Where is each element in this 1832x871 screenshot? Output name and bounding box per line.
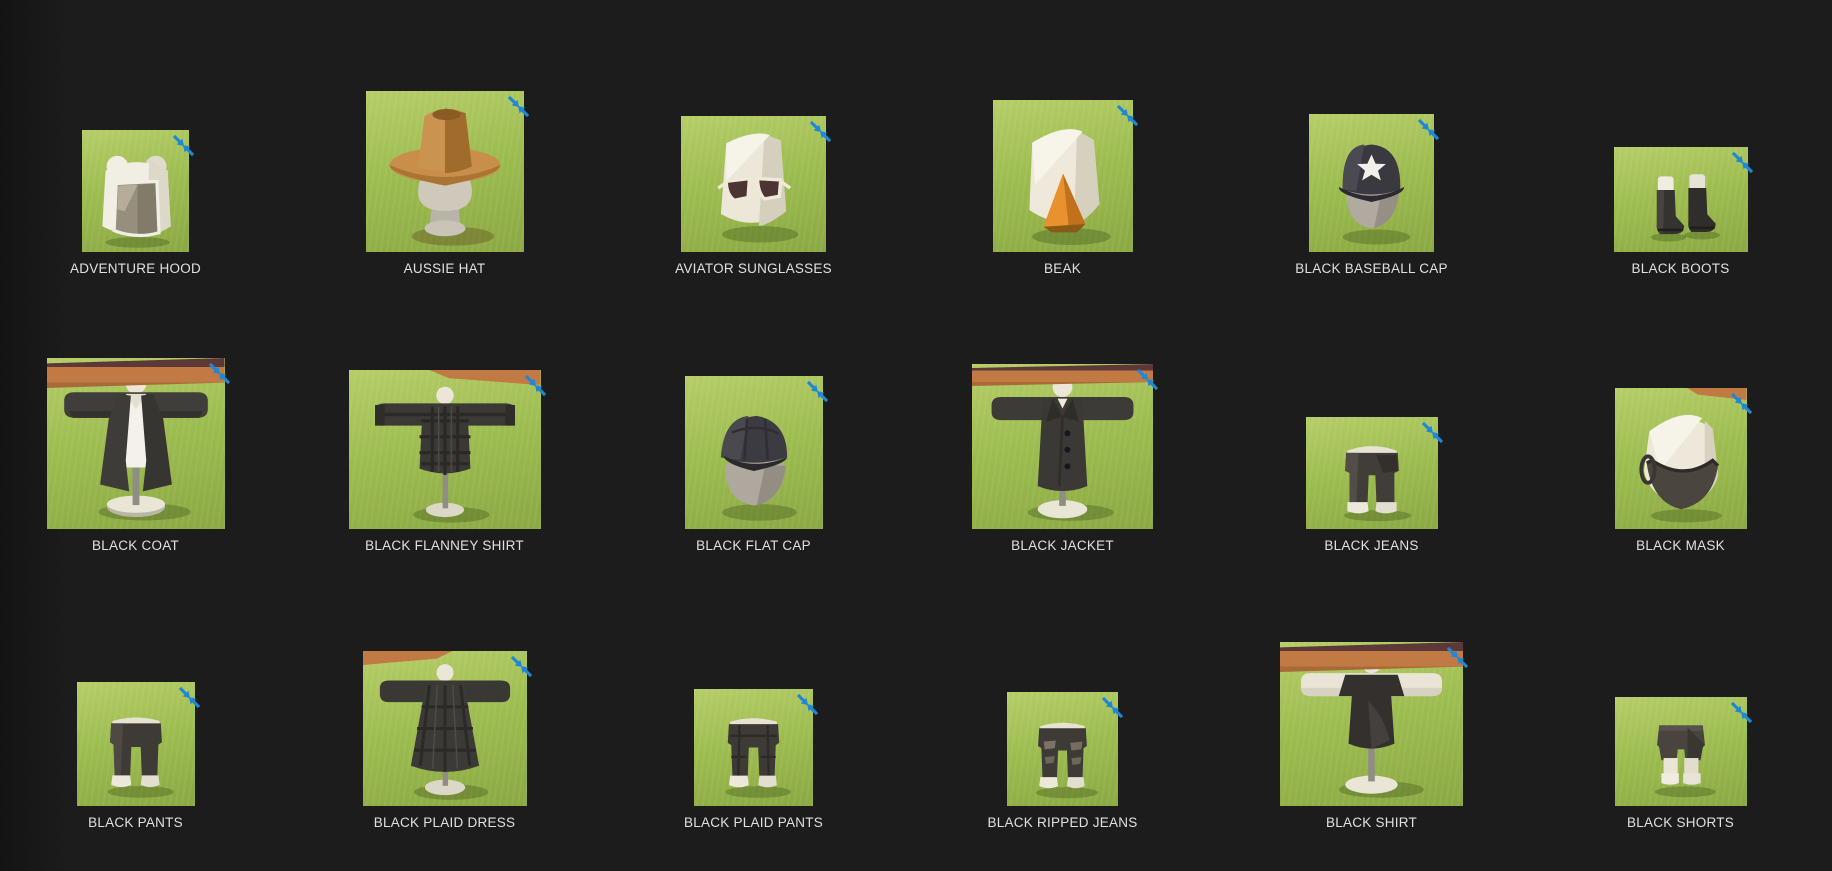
- collapse-arrows-icon[interactable]: [1419, 419, 1446, 446]
- beak-art: [1028, 129, 1111, 245]
- collapse-arrows-icon[interactable]: [1444, 644, 1471, 671]
- gallery-item: BLACK FLAT CAP: [599, 283, 908, 560]
- item-label: AUSSIE HAT: [403, 261, 486, 276]
- gallery-item: BLACK RIPPED JEANS: [908, 560, 1217, 837]
- collapse-arrows-icon[interactable]: [508, 653, 535, 680]
- item-label: BLACK FLANNEY SHIRT: [365, 538, 524, 553]
- black-jacket-art: [991, 377, 1134, 521]
- item-label: BLACK MASK: [1636, 538, 1725, 553]
- thumbnail[interactable]: [1614, 388, 1752, 529]
- thumbnail[interactable]: [684, 376, 828, 529]
- gallery-item: BLACK PANTS: [0, 560, 290, 837]
- black-flat-cap-art: [720, 415, 797, 521]
- collapse-arrows-icon[interactable]: [1134, 366, 1161, 393]
- item-label: BLACK COAT: [91, 538, 180, 553]
- thumbnail[interactable]: [46, 358, 230, 529]
- aussie-hat-art: [389, 108, 500, 246]
- gallery-item: BLACK SHIRT: [1217, 560, 1526, 837]
- collapse-arrows-icon[interactable]: [522, 372, 549, 399]
- collapse-arrows-icon[interactable]: [170, 132, 197, 159]
- item-label: BLACK SHIRT: [1325, 815, 1418, 830]
- collapse-arrows-icon[interactable]: [794, 691, 821, 718]
- gallery-item: AUSSIE HAT: [290, 0, 599, 283]
- gallery-item: BLACK COAT: [0, 283, 290, 560]
- collapse-arrows-icon[interactable]: [1415, 116, 1442, 143]
- gallery-item: AVIATOR SUNGLASSES: [599, 0, 908, 283]
- item-label: BLACK FLAT CAP: [696, 538, 811, 553]
- item-label: ADVENTURE HOOD: [69, 261, 201, 276]
- black-plaid-dress-art: [379, 664, 510, 800]
- collapse-arrows-icon[interactable]: [1728, 390, 1755, 417]
- collapse-arrows-icon[interactable]: [1099, 694, 1126, 721]
- item-label: BEAK: [1043, 261, 1082, 276]
- item-label: BLACK PANTS: [88, 815, 183, 830]
- gallery-item: BLACK PLAID DRESS: [290, 560, 599, 837]
- collapse-arrows-icon[interactable]: [176, 684, 203, 711]
- thumbnail[interactable]: [1613, 147, 1753, 252]
- aviator-sunglasses-art: [717, 133, 799, 243]
- thumbnail[interactable]: [82, 130, 195, 252]
- thumbnail[interactable]: [1309, 114, 1440, 252]
- black-boots-art: [1650, 174, 1720, 242]
- asset-gallery: ADVENTURE HOOD AUSSIE HAT AVIATOR SUNGLA…: [0, 0, 1832, 871]
- gallery-item: BLACK MASK: [1526, 283, 1832, 560]
- item-label: BLACK PLAID DRESS: [373, 815, 516, 830]
- item-label: BLACK BASEBALL CAP: [1295, 261, 1448, 276]
- gallery-item: BLACK JEANS: [1217, 283, 1526, 560]
- thumbnail[interactable]: [1007, 692, 1124, 806]
- thumbnail[interactable]: [992, 100, 1138, 252]
- gallery-item: BLACK JACKET: [908, 283, 1217, 560]
- gallery-item: BLACK PLAID PANTS: [599, 560, 908, 837]
- thumbnail[interactable]: [76, 682, 200, 806]
- item-label: AVIATOR SUNGLASSES: [675, 261, 832, 276]
- thumbnail[interactable]: [681, 116, 832, 252]
- collapse-arrows-icon[interactable]: [807, 118, 834, 145]
- collapse-arrows-icon[interactable]: [505, 93, 532, 120]
- gallery-item: BLACK FLANNEY SHIRT: [290, 283, 599, 560]
- collapse-arrows-icon[interactable]: [1729, 149, 1756, 176]
- item-label: BLACK RIPPED JEANS: [987, 815, 1138, 830]
- thumbnail[interactable]: [362, 651, 532, 806]
- item-label: BLACK JACKET: [1011, 538, 1114, 553]
- thumbnail[interactable]: [348, 370, 546, 529]
- item-label: BLACK SHORTS: [1626, 815, 1735, 830]
- thumbnail[interactable]: [972, 364, 1159, 529]
- gallery-item: BLACK SHORTS: [1526, 560, 1832, 837]
- gallery-item: BLACK BOOTS: [1526, 0, 1832, 283]
- item-label: BLACK BOOTS: [1631, 261, 1730, 276]
- thumbnail[interactable]: [1614, 697, 1752, 806]
- thumbnail[interactable]: [365, 91, 529, 252]
- gallery-item: BLACK BASEBALL CAP: [1217, 0, 1526, 283]
- gallery-item: BEAK: [908, 0, 1217, 283]
- thumbnail[interactable]: [694, 689, 819, 806]
- thumbnail[interactable]: [1280, 642, 1469, 806]
- collapse-arrows-icon[interactable]: [1114, 102, 1141, 129]
- item-label: BLACK JEANS: [1324, 538, 1419, 553]
- black-flanney-shirt-art: [374, 386, 515, 523]
- thumbnail[interactable]: [1305, 417, 1443, 529]
- collapse-arrows-icon[interactable]: [206, 360, 233, 387]
- collapse-arrows-icon[interactable]: [1728, 699, 1755, 726]
- collapse-arrows-icon[interactable]: [804, 378, 831, 405]
- item-label: BLACK PLAID PANTS: [683, 815, 824, 830]
- gallery-item: ADVENTURE HOOD: [0, 0, 290, 283]
